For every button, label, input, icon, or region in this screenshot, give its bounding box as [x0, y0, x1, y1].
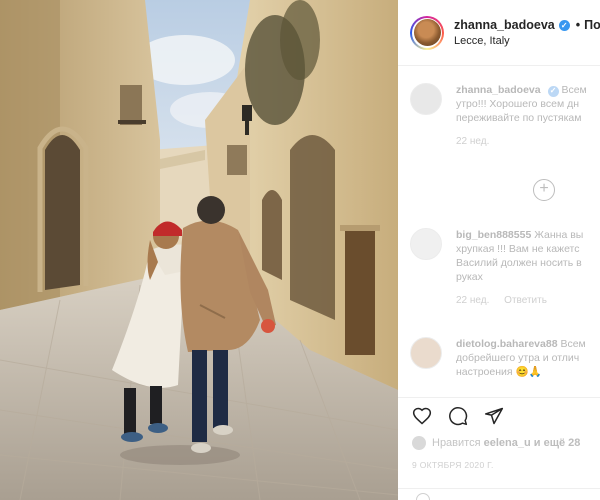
reply-button[interactable]: Ответить [504, 295, 547, 306]
add-comment-bar[interactable] [398, 488, 600, 500]
comment-username[interactable]: big_ben888555 [456, 229, 531, 241]
comment-text-line: хрупкая !!! Вам не кажетс [456, 243, 580, 255]
likes-prefix: Нравится [432, 437, 481, 449]
load-more-comments-button[interactable]: + [533, 179, 555, 201]
street-photo-illustration [0, 0, 398, 500]
share-icon[interactable] [484, 406, 504, 426]
comments-list: zhanna_badoeva ✓ Всем утро!!! Хорошего в… [398, 67, 600, 397]
comment-item: big_ben888555 Жанна вы хрупкая !!! Вам н… [410, 228, 600, 308]
comment-text-line: Василий должен носить в [456, 257, 582, 269]
comment-text-line: Жанна вы [534, 229, 584, 241]
liker-avatar[interactable] [412, 436, 426, 450]
comment-item: zhanna_badoeva ✓ Всем утро!!! Хорошего в… [410, 83, 600, 149]
post-photo[interactable] [0, 0, 398, 500]
post-header: zhanna_badoeva ✓ • Подп Lecce, Italy [398, 0, 600, 66]
emoji-icon[interactable] [416, 493, 430, 500]
comment-username[interactable]: dietolog.bahareva88 [456, 338, 558, 350]
commenter-avatar[interactable] [410, 337, 442, 369]
heart-icon[interactable] [412, 406, 432, 426]
comment-username[interactable]: zhanna_badoeva [456, 84, 541, 96]
comment-item: dietolog.bahareva88 Всем добрейшего утра… [410, 337, 600, 379]
likes-summary: Нравится eelena_u и ещё 28 [412, 436, 580, 450]
liker-username[interactable]: eelena_u [484, 437, 531, 449]
commenter-avatar[interactable] [410, 228, 442, 260]
post-sidebar: zhanna_badoeva ✓ • Подп Lecce, Italy zha… [398, 0, 600, 500]
verified-badge-icon: ✓ [558, 19, 570, 31]
author-username[interactable]: zhanna_badoeva [454, 18, 555, 32]
comment-text-line: утро!!! Хорошего всем дн [456, 98, 580, 110]
comment-icon[interactable] [448, 406, 468, 426]
comment-text-line: Всем [561, 84, 587, 96]
comment-text-line: настроения 😊🙏 [456, 366, 542, 378]
comment-text-line: переживайте по пустякам [456, 112, 582, 124]
comment-text-line: Всем [560, 338, 586, 350]
post-date[interactable]: 9 ОКТЯБРЯ 2020 Г. [412, 460, 494, 470]
comment-text-line: добрейшего утра и отлич [456, 352, 580, 364]
comment-text-line: руках [456, 271, 483, 283]
comment-time[interactable]: 22 нед. [456, 295, 489, 306]
author-avatar[interactable] [410, 15, 444, 50]
likes-count-link[interactable]: и ещё 28 [534, 437, 581, 449]
post-location[interactable]: Lecce, Italy [454, 35, 600, 47]
separator-dot: • [575, 18, 581, 32]
post-actions: Нравится eelena_u и ещё 28 9 ОКТЯБРЯ 202… [398, 397, 600, 500]
follow-button[interactable]: Подп [584, 18, 600, 32]
commenter-avatar[interactable] [410, 83, 442, 115]
verified-badge-icon: ✓ [547, 85, 559, 97]
comment-time[interactable]: 22 нед. [456, 136, 489, 147]
